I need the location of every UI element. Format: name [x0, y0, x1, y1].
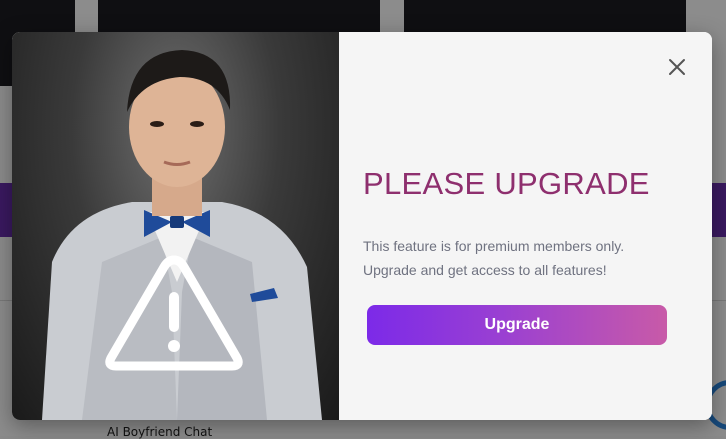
upgrade-modal: PLEASE UPGRADE This feature is for premi…	[12, 32, 712, 420]
upgrade-button[interactable]: Upgrade	[367, 305, 667, 345]
warning-triangle-icon	[105, 255, 243, 371]
modal-title: PLEASE UPGRADE	[363, 166, 650, 201]
message-line-2: Upgrade and get access to all features!	[363, 262, 607, 278]
modal-message: This feature is for premium members only…	[363, 234, 624, 282]
model-photo	[12, 32, 339, 420]
close-icon[interactable]	[668, 58, 686, 76]
modal-content: PLEASE UPGRADE This feature is for premi…	[339, 32, 712, 420]
message-line-1: This feature is for premium members only…	[363, 238, 625, 254]
